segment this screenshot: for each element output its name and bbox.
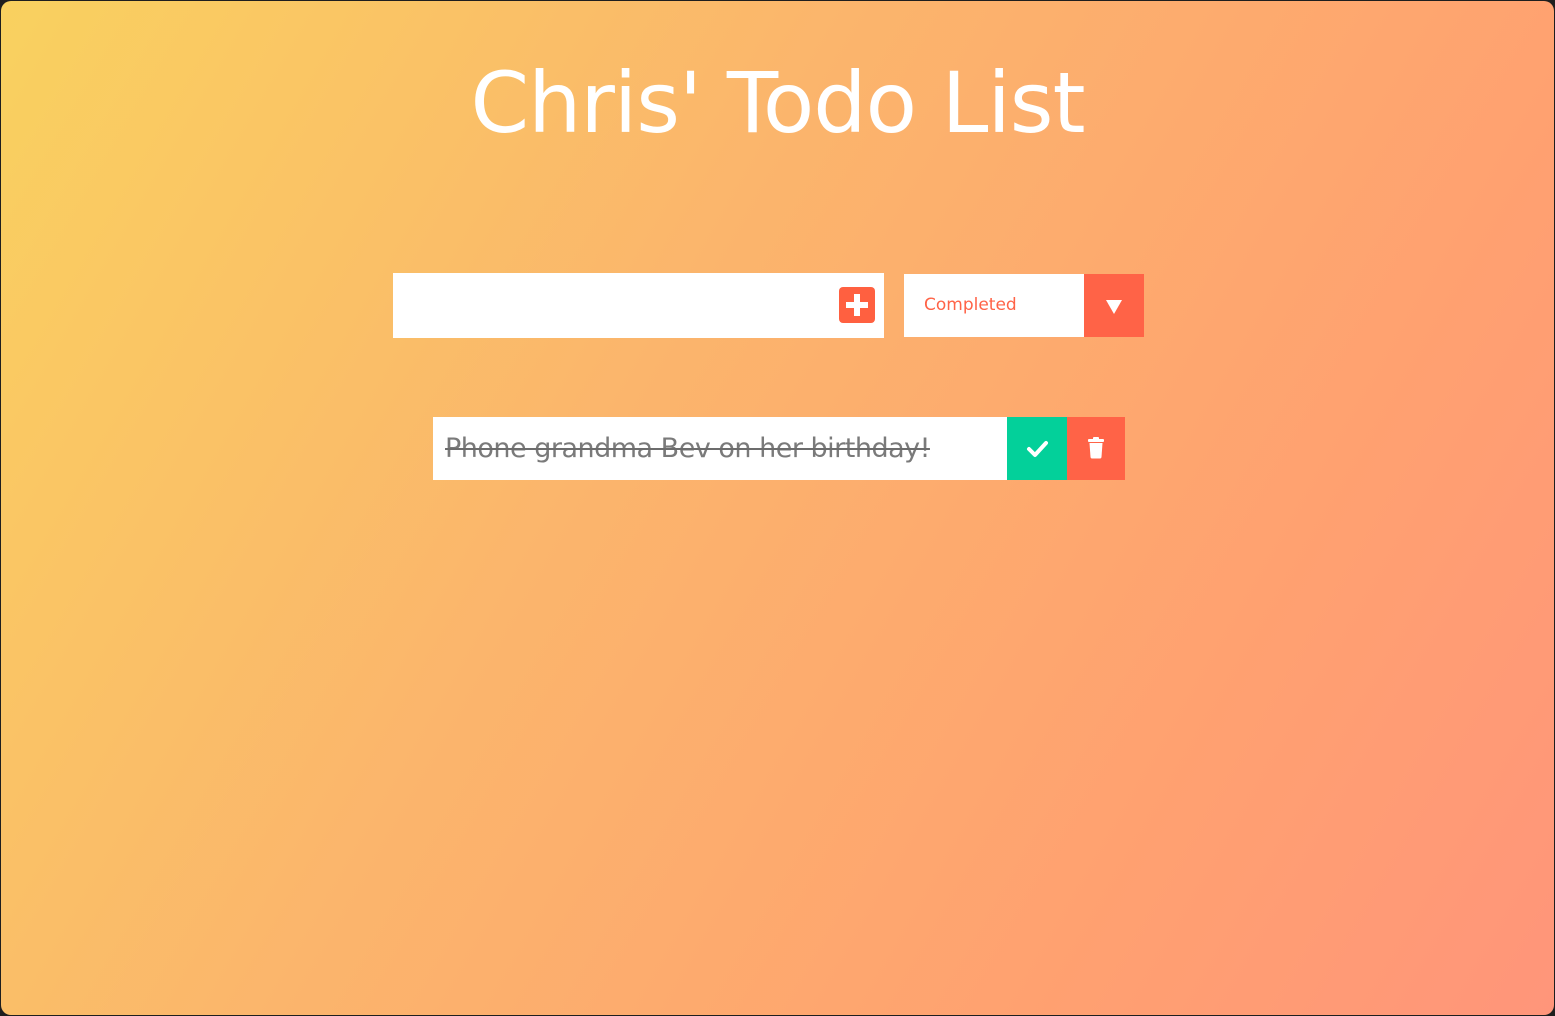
todo-form (393, 273, 884, 338)
filter-dropdown-toggle[interactable] (1084, 274, 1144, 337)
complete-button[interactable] (1007, 417, 1067, 480)
plus-square-icon (846, 294, 868, 316)
trash-icon (1088, 437, 1104, 459)
delete-button[interactable] (1067, 417, 1125, 480)
add-todo-button[interactable] (839, 287, 875, 323)
todo-text: Phone grandma Bev on her birthday! (445, 433, 930, 464)
list-item: Phone grandma Bev on her birthday! (433, 417, 1125, 480)
filter-selected-value: Completed (924, 295, 1017, 315)
caret-down-icon (1106, 300, 1122, 314)
todo-input[interactable] (393, 273, 823, 338)
page-title: Chris' Todo List (470, 54, 1086, 152)
app-page: Chris' Todo List Completed Phone grandma… (1, 1, 1554, 1015)
todo-list: Phone grandma Bev on her birthday! (433, 417, 1125, 480)
filter-select[interactable]: Completed (904, 274, 1144, 337)
check-icon (1027, 441, 1048, 457)
